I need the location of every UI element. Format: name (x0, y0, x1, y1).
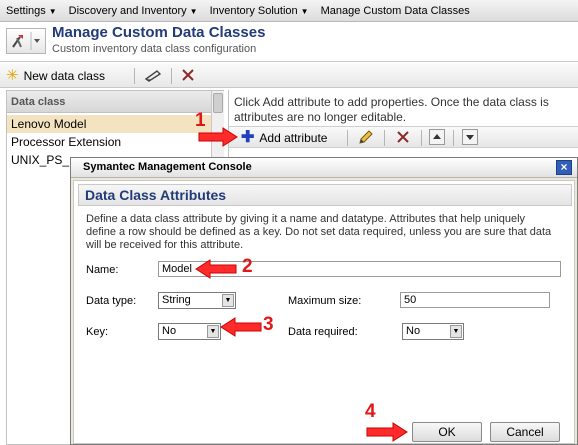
menu-settings[interactable]: Settings ▼ (6, 5, 57, 17)
dialog-window-title: Symantec Management Console (83, 161, 252, 173)
close-icon[interactable]: × (556, 160, 572, 175)
annotation-arrow-icon (366, 422, 408, 442)
annotation-arrow-icon (198, 127, 238, 147)
annotation-number: 2 (242, 256, 253, 277)
data-type-label: Data type: (86, 295, 137, 307)
annotation-arrow-icon (220, 317, 262, 337)
list-item[interactable]: Lenovo Model (7, 115, 211, 133)
toolbar-separator (384, 130, 385, 146)
chevron-down-icon: ▼ (450, 325, 462, 338)
page-title: Manage Custom Data Classes (52, 24, 266, 41)
data-type-select[interactable]: String ▼ (158, 292, 236, 309)
add-attribute-button[interactable]: ✚ Add attribute (241, 129, 327, 146)
new-star-icon: ✳ (6, 67, 19, 84)
annotation-number: 3 (263, 314, 274, 335)
dialog-titlebar[interactable]: Symantec Management Console × (71, 158, 577, 178)
scrollbar-thumb[interactable] (213, 93, 223, 113)
ok-button[interactable]: OK (412, 422, 482, 442)
data-required-select[interactable]: No ▼ (402, 323, 464, 340)
data-required-label: Data required: (288, 326, 358, 338)
dialog-heading: Data Class Attributes (85, 187, 227, 203)
menu-discovery-and-inventory[interactable]: Discovery and Inventory ▼ (69, 5, 198, 17)
delete-icon[interactable] (395, 129, 411, 148)
chevron-down-icon: ▼ (300, 6, 309, 16)
edit-icon[interactable] (144, 67, 162, 86)
pencil-icon[interactable] (357, 129, 375, 149)
page-subtitle: Custom inventory data class configuratio… (52, 43, 257, 55)
list-item[interactable]: Processor Extension (7, 133, 211, 151)
chevron-down-icon: ▼ (189, 6, 198, 16)
attributes-toolbar: ✚ Add attribute (229, 126, 578, 148)
maximum-size-label: Maximum size: (288, 295, 362, 307)
toolbar-separator (347, 130, 348, 146)
annotation-arrow-icon (195, 259, 237, 279)
key-value: No (162, 325, 177, 337)
new-data-class-button[interactable]: ✳ New data class (6, 67, 105, 84)
cancel-button[interactable]: Cancel (490, 422, 560, 442)
main-toolbar: ✳ New data class (0, 63, 578, 88)
add-attribute-label: Add attribute (259, 130, 328, 145)
toolbar-separator (421, 130, 422, 146)
chevron-down-icon: ▼ (207, 325, 219, 338)
chevron-down-icon: ▼ (48, 6, 57, 16)
toolbar-separator (134, 68, 135, 84)
tools-icon[interactable] (6, 28, 46, 54)
key-label: Key: (86, 326, 109, 338)
name-label: Name: (86, 264, 119, 276)
toolbar-separator (453, 130, 454, 146)
page-header: Manage Custom Data Classes Custom invent… (0, 22, 578, 62)
chevron-down-icon: ▼ (222, 294, 234, 307)
maximum-size-field[interactable]: 50 (400, 292, 550, 308)
plus-icon: ✚ (241, 128, 255, 146)
annotation-number: 4 (365, 401, 376, 422)
move-down-icon[interactable] (462, 129, 478, 145)
toolbar-separator (171, 68, 172, 84)
data-type-value: String (162, 294, 191, 306)
instructions-text: Click Add attribute to add properties. O… (234, 95, 549, 124)
dialog-heading-bar: Data Class Attributes (78, 184, 572, 206)
dialog-body: Data Class Attributes Define a data clas… (73, 180, 575, 444)
menu-manage-custom-data-classes[interactable]: Manage Custom Data Classes (321, 5, 470, 17)
menu-inventory-solution[interactable]: Inventory Solution ▼ (210, 5, 309, 17)
move-up-icon[interactable] (429, 129, 445, 145)
dialog-description: Define a data class attribute by giving … (86, 213, 552, 251)
data-class-attributes-dialog: Symantec Management Console × Data Class… (70, 157, 578, 445)
top-menu-bar: Settings ▼ Discovery and Inventory ▼ Inven… (0, 0, 578, 22)
delete-icon[interactable] (180, 67, 196, 86)
key-select[interactable]: No ▼ (158, 323, 221, 340)
new-data-class-label: New data class (23, 68, 105, 83)
data-required-value: No (406, 325, 421, 337)
data-class-column-header: Data class (7, 91, 211, 113)
